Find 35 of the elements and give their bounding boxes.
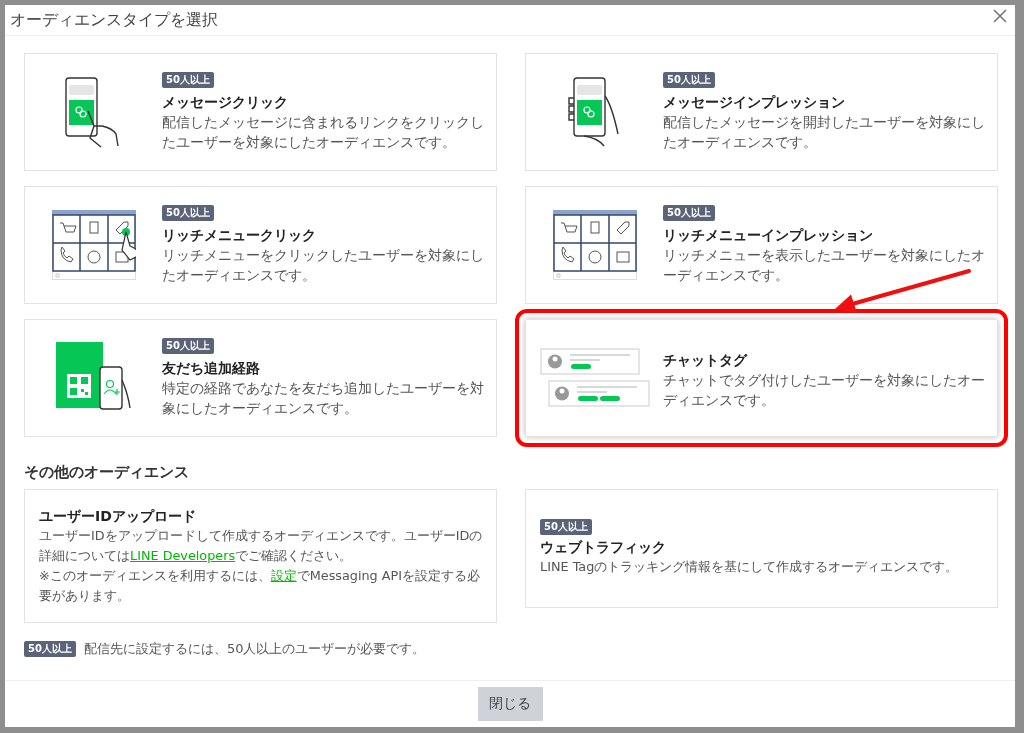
card-title: リッチメニューインプレッション xyxy=(663,226,873,245)
card-description: リッチメニューを表示したユーザーを対象にしたオーディエンスです。 xyxy=(663,246,985,285)
close-button[interactable]: 閉じる xyxy=(477,687,543,721)
min-users-badge: 50人以上 xyxy=(162,205,214,221)
window-title: オーディエンスタイプを選択 xyxy=(10,9,218,31)
card-title: メッセージクリック xyxy=(162,93,288,112)
card-description: 特定の経路であなたを友だち追加したユーザーを対象にしたオーディエンスです。 xyxy=(162,379,484,418)
card-description: ユーザーIDをアップロードして作成するオーディエンスです。ユーザーIDの詳細についてはLINE Developersでご確認ください。 xyxy=(39,527,484,565)
section-heading: その他のオーディエンス xyxy=(24,463,190,482)
card-description: 配信したメッセージを開封したユーザーを対象にしたオーディエンスです。 xyxy=(663,113,985,152)
card-title: ユーザーIDアップロード xyxy=(39,507,196,526)
audience-card[interactable]: 50人以上 ウェブトラフィック LINE Tagのトラッキング情報を基にして作成するオーディエンスです。 xyxy=(525,489,998,608)
card-title: メッセージインプレッション xyxy=(663,93,845,112)
close-icon[interactable] xyxy=(993,9,1007,23)
min-users-badge: 50人以上 xyxy=(540,518,592,535)
card-title: ウェブトラフィック xyxy=(540,537,666,557)
card-title: チャットタグ xyxy=(663,351,747,370)
min-users-badge: 50人以上 xyxy=(162,72,214,88)
min-users-badge: 50人以上 xyxy=(162,338,214,354)
audience-card[interactable]: 50人以上 メッセージクリック 配信したメッセージに含まれるリンクをクリックしたユーザーを対象にしたオーディエンスです。 xyxy=(24,53,497,171)
card-description: チャットでタグ付けしたユーザーを対象にしたオーディエンスです。 xyxy=(663,371,985,410)
audience-card[interactable]: 50人以上 リッチメニュークリック リッチメニューをクリックしたユーザーを対象にしたオーディエンスです。 xyxy=(24,186,497,304)
audience-card[interactable]: 50人以上 友だち追加経路 特定の経路であなたを友だち追加したユーザーを対象にしたオーディエンスです。 xyxy=(24,319,497,437)
card-description: LINE Tagのトラッキング情報を基にして作成するオーディエンスです。 xyxy=(540,557,959,576)
card-description: 配信したメッセージに含まれるリンクをクリックしたユーザーを対象にしたオーディエンスです。 xyxy=(162,113,484,152)
requirement-note: 配信先に設定するには、50人以上のユーザーが必要です。 xyxy=(83,640,426,658)
card-title: リッチメニュークリック xyxy=(162,226,316,245)
card-description: ※このオーディエンスを利用するには、設定でMessaging APIを設定する必要があります。 xyxy=(39,567,482,605)
min-users-badge: 50人以上 xyxy=(663,72,715,88)
min-users-badge: 50人以上 xyxy=(24,641,76,657)
card-description: リッチメニューをクリックしたユーザーを対象にしたオーディエンスです。 xyxy=(162,246,484,285)
card-title: 友だち追加経路 xyxy=(162,359,260,378)
audience-card[interactable]: 50人以上 メッセージインプレッション 配信したメッセージを開封したユーザーを対象にしたオーディエンスです。 xyxy=(525,53,998,171)
min-users-badge: 50人以上 xyxy=(663,205,715,221)
audience-card[interactable]: 50人以上 リッチメニューインプレッション リッチメニューを表示したユーザーを対象にしたオーディエンスです。 xyxy=(525,186,998,304)
